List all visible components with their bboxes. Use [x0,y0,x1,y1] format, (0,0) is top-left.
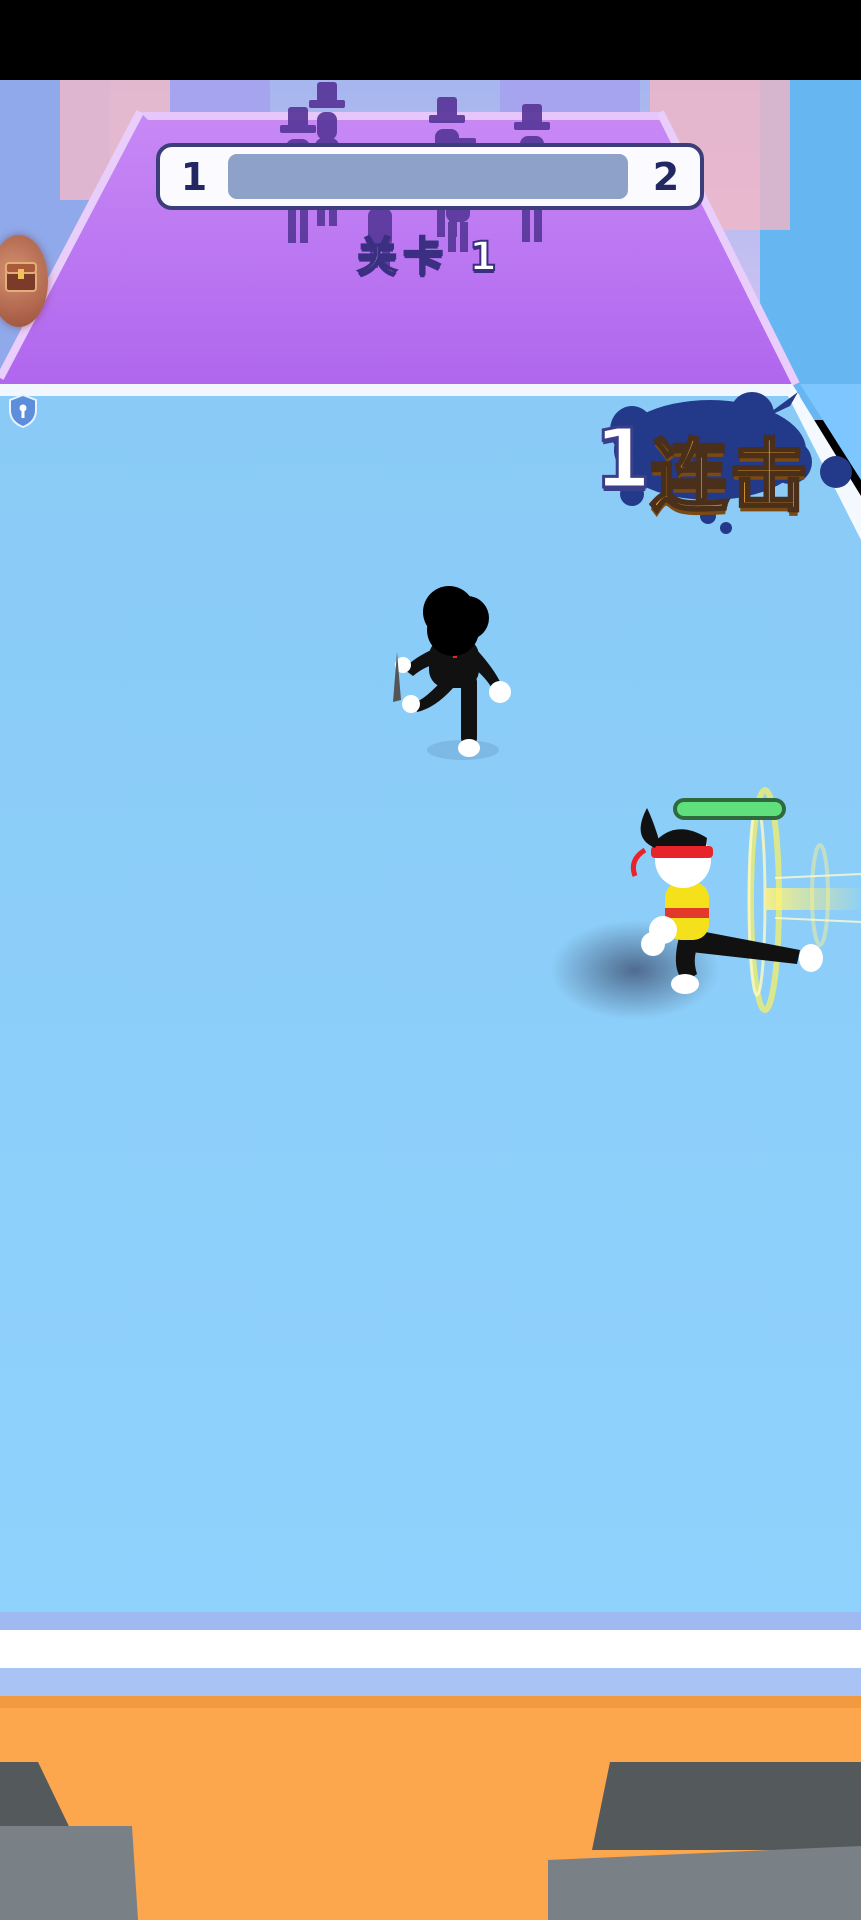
combo-count: 1 [592,411,652,509]
combo-counter: 1 连击 [584,400,854,530]
level-progress-bar: 1 2 [156,143,704,210]
progress-track [228,154,628,199]
level-label: 关卡 1 [356,233,503,281]
treasure-chest-icon[interactable] [0,235,48,327]
game-scene[interactable] [0,0,861,1920]
player-health-bar [673,798,786,820]
next-level-number: 2 [652,155,680,199]
shield-icon [8,393,38,429]
arena-floor [0,388,861,1625]
combo-label: 连击 [648,431,811,524]
current-level-number: 1 [180,155,208,199]
